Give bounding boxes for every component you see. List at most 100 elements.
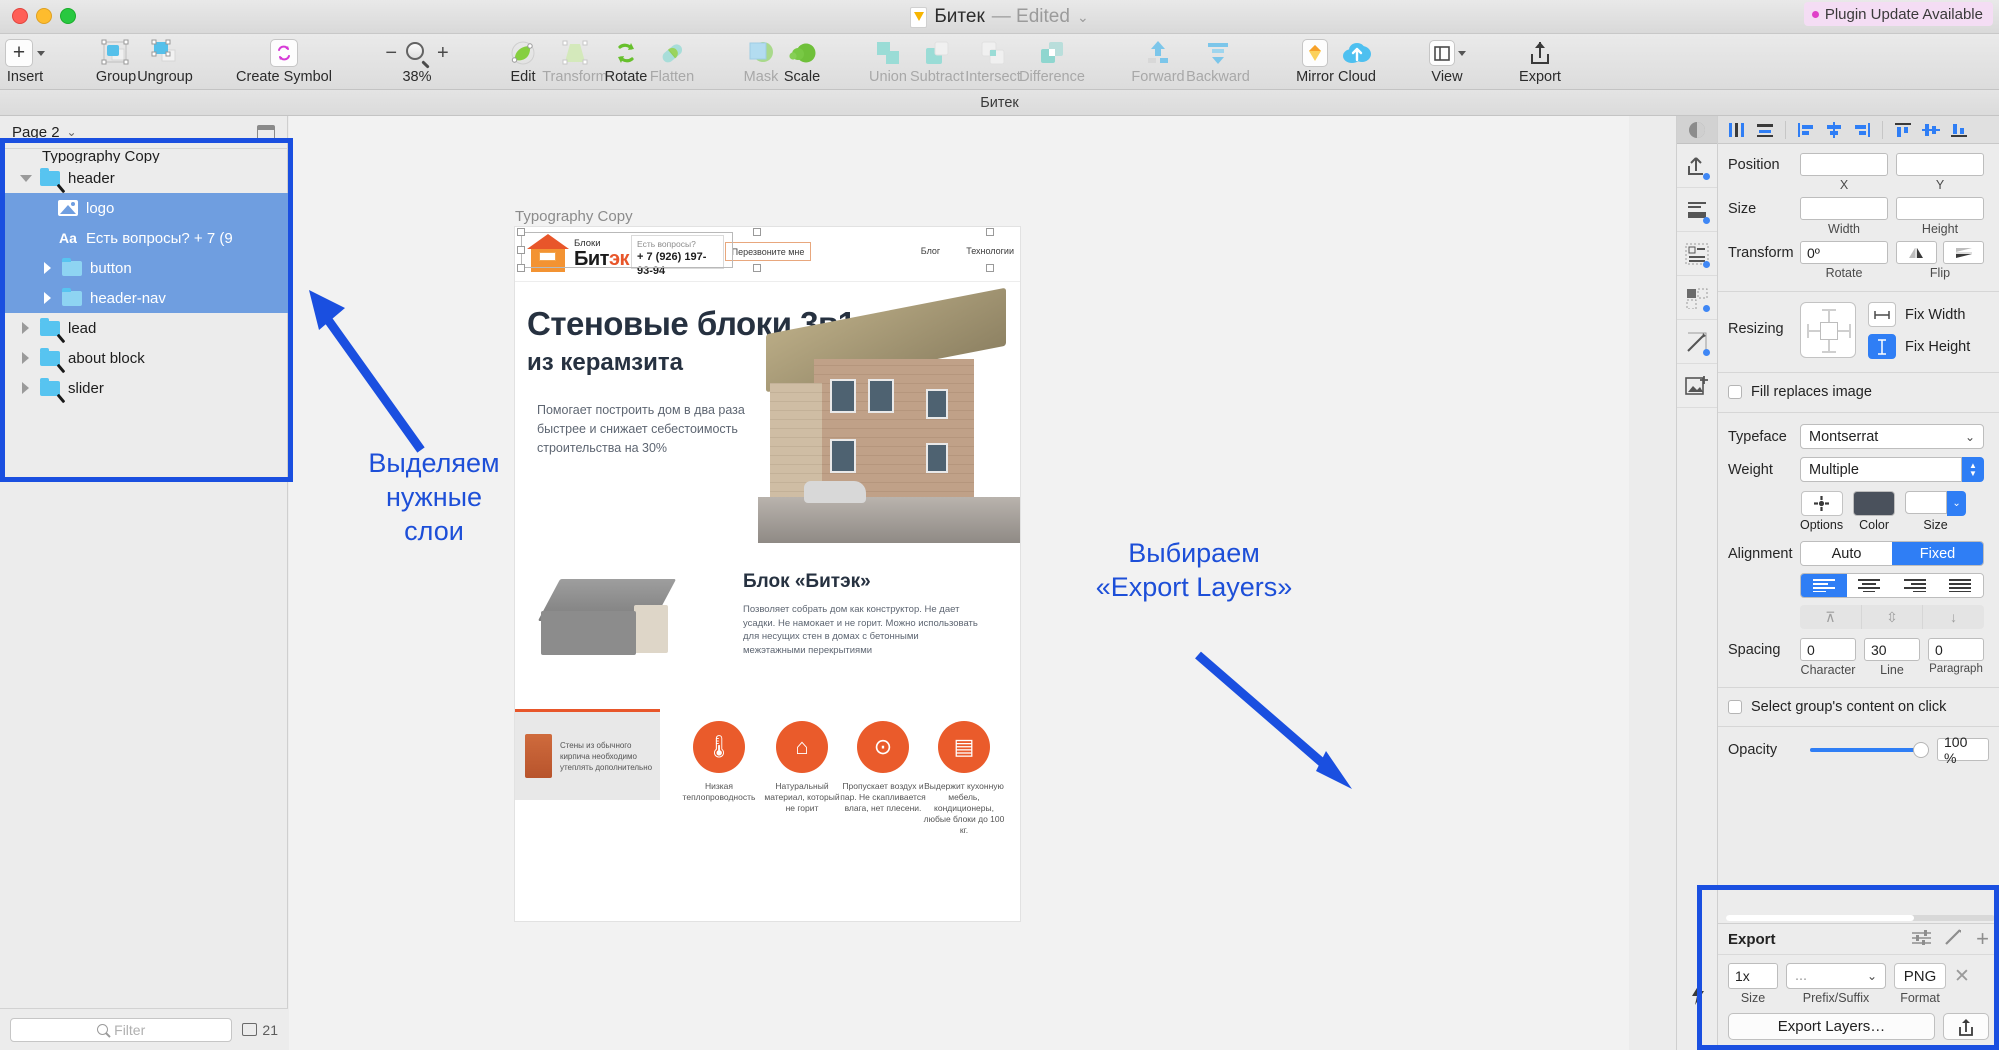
chevron-right-icon[interactable] <box>42 262 54 274</box>
layout-icon[interactable] <box>1677 232 1717 276</box>
list-item[interactable]: Typography Copy <box>0 149 288 163</box>
edit-vector-icon[interactable] <box>1677 320 1717 364</box>
layer-row-header-nav[interactable]: header-nav <box>0 283 288 313</box>
export-presets-icon[interactable] <box>1912 929 1932 949</box>
align-top-icon[interactable] <box>1890 119 1916 141</box>
valign-middle-icon[interactable]: ⇳ <box>1862 605 1924 629</box>
text-color-swatch[interactable] <box>1853 491 1896 516</box>
distribute-vertically-icon[interactable] <box>1752 119 1778 141</box>
height-input[interactable] <box>1896 197 1984 220</box>
artboard-label[interactable]: Typography Copy <box>515 208 633 225</box>
text-align-group[interactable] <box>1800 573 1984 598</box>
line-spacing-input[interactable]: 30 <box>1864 638 1920 661</box>
opacity-icon[interactable] <box>1677 116 1717 144</box>
chevron-right-icon[interactable] <box>20 382 32 394</box>
alignment-fixed-button[interactable]: Fixed <box>1892 542 1983 565</box>
select-group-content-checkbox[interactable] <box>1728 700 1742 714</box>
align-text-center-icon[interactable] <box>1846 574 1892 597</box>
zoom-out-button[interactable]: − <box>385 42 397 65</box>
weight-select[interactable]: Multiple <box>1800 457 1962 482</box>
align-text-left-icon[interactable] <box>1801 574 1847 597</box>
align-bottom-icon[interactable] <box>1946 119 1972 141</box>
chevron-down-icon[interactable] <box>20 172 32 184</box>
chevron-down-icon[interactable]: ⌄ <box>1077 9 1089 26</box>
alignment-auto-button[interactable]: Auto <box>1801 542 1892 565</box>
export-layers-button[interactable]: Export Layers… <box>1728 1013 1935 1040</box>
align-left-icon[interactable] <box>1793 119 1819 141</box>
panel-scrollbar[interactable] <box>1726 915 1995 921</box>
plugins-icon[interactable] <box>1677 974 1719 1014</box>
callback-button[interactable]: Перезвоните мне <box>725 242 811 261</box>
artboard[interactable]: Блоки Битэк Есть вопросы? + 7 (926) 197-… <box>515 227 1020 921</box>
flip-vertical-button[interactable] <box>1943 241 1984 264</box>
opacity-slider[interactable] <box>1810 741 1929 758</box>
nav-link-blog[interactable]: Блог <box>921 246 940 256</box>
toolbar-backward[interactable]: Backward <box>1185 36 1251 90</box>
valign-bottom-icon[interactable]: ↓ <box>1923 605 1984 629</box>
export-prefix-select[interactable]: ... ⌄ <box>1786 963 1886 989</box>
layer-row-lead[interactable]: lead <box>0 313 288 343</box>
typeface-select[interactable]: Montserrat ⌄ <box>1800 424 1984 449</box>
text-size-input[interactable] <box>1905 491 1948 514</box>
vertical-align-group[interactable]: ⊼ ⇳ ↓ <box>1800 605 1984 629</box>
layer-row-header[interactable]: header <box>0 163 288 193</box>
toolbar-insert[interactable]: + Insert <box>2 36 48 90</box>
fill-replaces-image-checkbox[interactable] <box>1728 385 1742 399</box>
export-format-button[interactable]: PNG <box>1894 963 1946 989</box>
layer-row-logo[interactable]: logo <box>0 193 288 223</box>
toolbar-ungroup[interactable]: Ungroup <box>137 36 193 90</box>
y-input[interactable] <box>1896 153 1984 176</box>
canvas[interactable]: Typography Copy Блоки Битэк Есть вопросы… <box>289 116 1629 1050</box>
layer-count[interactable]: 21 <box>242 1022 278 1038</box>
add-image-icon[interactable] <box>1677 364 1717 408</box>
rotate-input[interactable]: 0º <box>1800 241 1888 264</box>
layer-row-text[interactable]: Aa Есть вопросы? + 7 (9 <box>0 223 288 253</box>
toolbar-forward[interactable]: Forward <box>1128 36 1188 90</box>
toolbar-group[interactable]: Group <box>90 36 142 90</box>
zoom-in-button[interactable]: + <box>437 42 449 65</box>
share-icon[interactable] <box>1943 1013 1989 1040</box>
toolbar-cloud[interactable]: Cloud <box>1330 36 1384 90</box>
toolbar-view[interactable]: View <box>1418 36 1476 90</box>
align-right-icon[interactable] <box>1849 119 1875 141</box>
toolbar-subtract[interactable]: Subtract <box>906 36 968 90</box>
plugin-update-badge[interactable]: Plugin Update Available <box>1803 2 1993 26</box>
character-spacing-input[interactable]: 0 <box>1800 638 1856 661</box>
layer-row-slider[interactable]: slider <box>0 373 288 403</box>
paragraph-spacing-input[interactable]: 0 <box>1928 638 1984 661</box>
toolbar-edit[interactable]: Edit <box>503 36 543 90</box>
align-center-horizontal-icon[interactable] <box>1821 119 1847 141</box>
panel-toggle-icon[interactable] <box>257 124 275 140</box>
fill-replaces-image-row[interactable]: Fill replaces image <box>1718 384 1999 400</box>
toolbar-scale[interactable]: Scale <box>777 36 827 90</box>
opacity-input[interactable]: 100 % <box>1937 734 1989 766</box>
select-group-content-row[interactable]: Select group's content on click <box>1718 699 1999 715</box>
align-middle-icon[interactable] <box>1918 119 1944 141</box>
flip-horizontal-button[interactable] <box>1896 241 1937 264</box>
resizing-anchor-picker[interactable] <box>1800 302 1856 358</box>
chevron-right-icon[interactable] <box>20 352 32 364</box>
valign-top-icon[interactable]: ⊼ <box>1800 605 1862 629</box>
chevron-right-icon[interactable] <box>20 322 32 334</box>
text-size-dropdown[interactable]: ⌄ <box>1947 491 1967 516</box>
x-input[interactable] <box>1800 153 1888 176</box>
text-style-icon[interactable] <box>1677 188 1717 232</box>
toolbar-create-symbol[interactable]: Create Symbol <box>228 36 340 90</box>
toolbar-intersect[interactable]: Intersect <box>962 36 1024 90</box>
toolbar-difference[interactable]: Difference <box>1018 36 1086 90</box>
align-text-right-icon[interactable] <box>1892 574 1938 597</box>
layer-row-button[interactable]: button <box>0 253 288 283</box>
toolbar-flatten[interactable]: Flatten <box>644 36 700 90</box>
width-input[interactable] <box>1800 197 1888 220</box>
fix-width-toggle[interactable] <box>1868 302 1896 327</box>
layer-row-about-block[interactable]: about block <box>0 343 288 373</box>
search-input[interactable]: Filter <box>10 1017 233 1042</box>
alignment-mode-segmented[interactable]: Auto Fixed <box>1800 541 1984 566</box>
export-shape-icon[interactable] <box>1677 144 1717 188</box>
document-tab-bar[interactable]: Битек <box>0 90 1999 116</box>
export-add-icon[interactable]: + <box>1976 928 1989 950</box>
export-slice-icon[interactable] <box>1945 929 1962 949</box>
distribute-horizontally-icon[interactable] <box>1724 119 1750 141</box>
nav-link-tech[interactable]: Технологии <box>966 246 1014 256</box>
layer-list[interactable]: Typography Copy header logo Aa Есть вопр… <box>0 149 288 1008</box>
